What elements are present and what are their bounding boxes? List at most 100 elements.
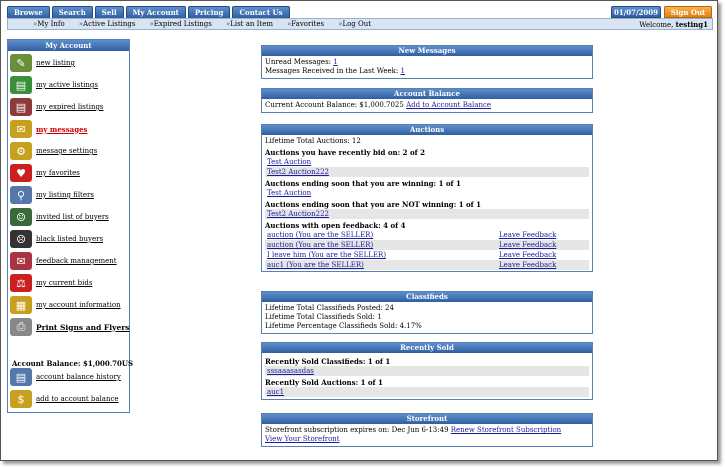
- classifieds-panel: Classifieds Lifetime Total Classifieds P…: [261, 291, 593, 334]
- storefront-title: Storefront: [262, 414, 592, 424]
- leave-feedback-link[interactable]: Leave Feedback: [499, 230, 556, 240]
- active-listings-icon: ▤: [10, 76, 32, 94]
- sold-classifieds-title: Recently Sold Classifieds: 1 of 1: [265, 357, 391, 366]
- unread-count-link[interactable]: 1: [333, 58, 337, 66]
- sidebar-item-expired-listings[interactable]: ▤ my expired listings: [10, 97, 128, 117]
- view-storefront-link[interactable]: View Your Storefront: [265, 435, 340, 443]
- winning-auction-row: Test Auction: [265, 188, 589, 198]
- sold-classified-link[interactable]: sssaaasasdas: [267, 367, 314, 375]
- username: testing1: [675, 20, 708, 29]
- sold-classified-row: sssaaasasdas: [265, 366, 589, 376]
- subnav-expired-listings[interactable]: Expired Listings: [150, 20, 212, 28]
- account-info-icon: ▦: [10, 296, 32, 314]
- sidebar-item-message-settings[interactable]: ⚙ message settings: [10, 141, 128, 161]
- add-balance-link[interactable]: Add to Account Balance: [406, 101, 491, 109]
- tab-sell[interactable]: Sell: [94, 6, 124, 18]
- favorites-icon: ♥: [10, 164, 32, 182]
- leave-feedback-link[interactable]: Leave Feedback: [499, 260, 556, 270]
- sidebar-item-invited-buyers[interactable]: ☺ invited list of buyers: [10, 207, 128, 227]
- sidebar-item-label: add to account balance: [36, 395, 119, 403]
- sidebar-item-balance-history[interactable]: ▤ account balance history: [10, 367, 128, 387]
- leave-feedback-link[interactable]: Leave Feedback: [499, 250, 556, 260]
- tab-contact-us[interactable]: Contact Us: [232, 6, 290, 18]
- tab-search[interactable]: Search: [51, 6, 93, 18]
- sidebar-item-label: my active listings: [36, 81, 98, 89]
- current-balance-text: Current Account Balance: $1,000.7025: [265, 101, 404, 109]
- my-account-sidebar: My Account ✎ new listing ▤ my active listin…: [7, 39, 134, 413]
- bid-auction-row: Test2 Auction222: [265, 167, 589, 177]
- lifetime-auctions: Lifetime Total Auctions: 12: [265, 137, 361, 145]
- open-feedback-title: Auctions with open feedback: 4 of 4: [265, 221, 406, 230]
- feedback-auction-link[interactable]: auc1 (You are the SELLER): [267, 261, 364, 269]
- not-winning-auction-link[interactable]: Test2 Auction222: [267, 210, 329, 218]
- sidebar-item-label: my current bids: [36, 279, 93, 287]
- subnav-favorites[interactable]: Favorites: [287, 20, 324, 28]
- sidebar-item-new-listing[interactable]: ✎ new listing: [10, 53, 128, 73]
- week-messages-label: Messages Received in the Last Week:: [265, 67, 399, 75]
- sub-nav-bar: My Info Active Listings Expired Listings…: [7, 18, 713, 30]
- tab-my-account[interactable]: My Account: [125, 6, 186, 18]
- sign-out-button[interactable]: Sign Out: [664, 6, 712, 18]
- sidebar-item-add-balance[interactable]: $ add to account balance: [10, 389, 128, 409]
- unread-label: Unread Messages:: [265, 58, 332, 66]
- sidebar-title: My Account: [8, 40, 129, 51]
- sidebar-item-active-listings[interactable]: ▤ my active listings: [10, 75, 128, 95]
- feedback-auction-link[interactable]: auction (You are the SELLER): [267, 241, 373, 249]
- print-icon: ⎙: [10, 318, 32, 336]
- current-bids-icon: ⚖: [10, 274, 32, 292]
- subnav-active-listings[interactable]: Active Listings: [79, 20, 135, 28]
- sidebar-balance: Account Balance: $1,000.70US: [12, 359, 134, 368]
- sidebar-item-label: my favorites: [36, 169, 80, 177]
- tab-browse[interactable]: Browse: [7, 6, 50, 18]
- sidebar-item-messages[interactable]: ✉ my messages: [10, 119, 128, 139]
- sidebar-item-favorites[interactable]: ♥ my favorites: [10, 163, 128, 183]
- welcome-text: Welcome, testing1: [639, 20, 708, 29]
- sidebar-item-label: feedback management: [36, 257, 117, 265]
- new-listing-icon: ✎: [10, 54, 32, 72]
- renew-storefront-link[interactable]: Renew Storefront Subscription: [451, 426, 561, 434]
- new-messages-panel: New Messages Unread Messages: 1 Messages…: [261, 45, 593, 79]
- sidebar-item-label: new listing: [36, 59, 75, 67]
- recently-sold-panel: Recently Sold Recently Sold Classifieds:…: [261, 342, 593, 400]
- account-balance-title: Account Balance: [262, 89, 592, 99]
- classifieds-title: Classifieds: [262, 292, 592, 302]
- add-balance-icon: $: [10, 390, 32, 408]
- bid-auctions-title: Auctions you have recently bid on: 2 of …: [265, 148, 425, 157]
- sidebar-item-current-bids[interactable]: ⚖ my current bids: [10, 273, 128, 293]
- week-messages-link[interactable]: 1: [400, 67, 404, 75]
- winning-auction-link[interactable]: Test Auction: [267, 189, 311, 197]
- subnav-list-an-item[interactable]: List an Item: [226, 20, 273, 28]
- sidebar-item-label: my listing filters: [36, 191, 94, 199]
- sidebar-item-print[interactable]: ⎙ Print Signs and Flyers: [10, 317, 130, 337]
- sidebar-item-blacklisted-buyers[interactable]: ☹ black listed buyers: [10, 229, 128, 249]
- leave-feedback-link[interactable]: Leave Feedback: [499, 240, 556, 250]
- winning-auctions-title: Auctions ending soon that you are winnin…: [265, 179, 461, 188]
- bid-auction-link[interactable]: Test Auction: [267, 158, 311, 166]
- new-messages-title: New Messages: [262, 46, 592, 56]
- listing-filters-icon: ⚲: [10, 186, 32, 204]
- account-balance-panel: Account Balance Current Account Balance:…: [261, 88, 593, 113]
- storefront-expiry: Storefront subscription expires on: Dec …: [265, 426, 449, 434]
- tab-pricing[interactable]: Pricing: [187, 6, 231, 18]
- subnav-log-out[interactable]: Log Out: [338, 20, 371, 28]
- feedback-icon: ✉: [10, 252, 32, 270]
- auctions-panel: Auctions Lifetime Total Auctions: 12 Auc…: [261, 124, 593, 272]
- subnav-my-info[interactable]: My Info: [33, 20, 64, 28]
- main-nav-tabs: Browse Search Sell My Account Pricing Co…: [7, 6, 290, 18]
- sold-auction-link[interactable]: auc1: [267, 388, 284, 396]
- feedback-row: auction (You are the SELLER) Leave Feedb…: [265, 240, 589, 250]
- recently-sold-title: Recently Sold: [262, 343, 592, 353]
- current-date: 01/07/2009: [611, 6, 661, 18]
- sidebar-item-account-info[interactable]: ▦ my account information: [10, 295, 128, 315]
- sidebar-item-listing-filters[interactable]: ⚲ my listing filters: [10, 185, 128, 205]
- sidebar-item-label: black listed buyers: [36, 235, 104, 243]
- bid-auction-link[interactable]: Test2 Auction222: [267, 168, 329, 176]
- feedback-auction-link[interactable]: auction (You are the SELLER): [267, 231, 373, 239]
- sidebar-item-label: Print Signs and Flyers: [36, 322, 130, 332]
- feedback-row: I leave him (You are the SELLER) Leave F…: [265, 250, 589, 260]
- feedback-auction-link[interactable]: I leave him (You are the SELLER): [267, 251, 386, 259]
- sidebar-item-label: my account information: [36, 301, 121, 309]
- sold-auction-row: auc1: [265, 387, 589, 397]
- sidebar-item-feedback[interactable]: ✉ feedback management: [10, 251, 128, 271]
- not-winning-auction-row: Test2 Auction222: [265, 209, 589, 219]
